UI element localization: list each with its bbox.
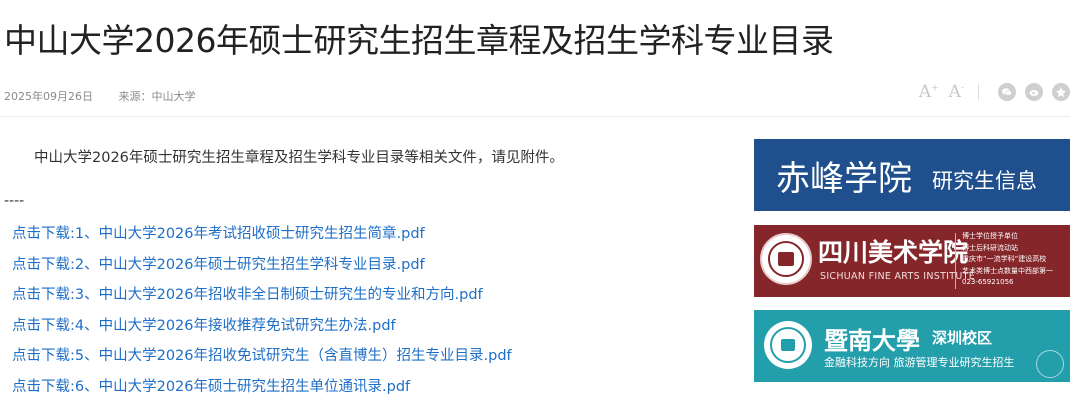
attachment-link-3[interactable]: 点击下载:3、中山大学2026年招收非全日制硕士研究生的专业和方向.pdf bbox=[12, 287, 483, 303]
header-divider bbox=[0, 116, 1070, 117]
jinan-ad-campus: 深圳校区 bbox=[932, 327, 992, 348]
attachment-link-6[interactable]: 点击下载:6、中山大学2026年硕士研究生招生单位通讯录.pdf bbox=[12, 379, 410, 395]
ad-divider bbox=[955, 233, 956, 289]
sichuan-ad-detail-line: 博士后科研流动站 bbox=[962, 243, 1053, 255]
sichuan-fine-arts-ad[interactable]: 四川美术学院 SICHUAN FINE ARTS INSTITUTE 博士学位授… bbox=[754, 225, 1070, 297]
article-toolbar: A+ A- bbox=[909, 82, 1070, 102]
attachment-list: 点击下载:1、中山大学2026年考试招收硕士研究生招生简章.pdf 点击下载:2… bbox=[12, 222, 512, 405]
list-item: 点击下载:5、中山大学2026年招收免试研究生（含直博生）招生专业目录.pdf bbox=[12, 344, 512, 375]
jinan-ad-name: 暨南大學 bbox=[824, 321, 920, 356]
sichuan-ad-phone: 023-65921056 bbox=[962, 277, 1053, 289]
weibo-icon[interactable] bbox=[1025, 83, 1043, 101]
font-decrease-label: A bbox=[949, 82, 961, 102]
sichuan-ad-details: 博士学位授予单位 博士后科研流动站 重庆市“一流学科”建设高校 艺术类博士点数量… bbox=[962, 231, 1053, 289]
list-item: 点击下载:2、中山大学2026年硕士研究生招生学科专业目录.pdf bbox=[12, 253, 512, 284]
chifeng-ad-title: 赤峰学院 bbox=[776, 151, 912, 200]
font-increase-label: A bbox=[919, 82, 931, 102]
article-intro: 中山大学2026年硕士研究生招生章程及招生学科专业目录等相关文件，请见附件。 bbox=[34, 146, 564, 167]
content-separator: ---- bbox=[4, 193, 24, 209]
toolbar-divider bbox=[978, 84, 979, 100]
font-decrease-button[interactable]: A- bbox=[949, 82, 964, 102]
article-meta: 2025年09月26日 来源：中山大学 bbox=[4, 88, 196, 104]
sichuan-ad-name-en: SICHUAN FINE ARTS INSTITUTE bbox=[820, 271, 975, 282]
wechat-icon[interactable] bbox=[998, 83, 1016, 101]
font-increase-button[interactable]: A+ bbox=[919, 82, 939, 102]
sichuan-ad-detail-line: 博士学位授予单位 bbox=[962, 231, 1053, 243]
list-item: 点击下载:4、中山大学2026年接收推荐免试研究生办法.pdf bbox=[12, 314, 512, 345]
school-seal-icon bbox=[764, 321, 812, 369]
publish-date: 2025年09月26日 bbox=[4, 90, 93, 103]
attachment-link-4[interactable]: 点击下载:4、中山大学2026年接收推荐免试研究生办法.pdf bbox=[12, 318, 396, 334]
chifeng-university-ad[interactable]: 赤峰学院 研究生信息 bbox=[754, 139, 1070, 211]
qzone-icon[interactable] bbox=[1052, 83, 1070, 101]
decorative-stamp-icon bbox=[1036, 350, 1064, 378]
article-source: 来源：中山大学 bbox=[119, 90, 196, 103]
jinan-ad-subtitle: 金融科技方向 旅游管理专业研究生招生 bbox=[824, 354, 1015, 370]
chifeng-ad-subtitle: 研究生信息 bbox=[932, 165, 1037, 195]
sichuan-ad-detail-line: 重庆市“一流学科”建设高校 bbox=[962, 254, 1053, 266]
school-seal-icon bbox=[760, 233, 812, 285]
sichuan-ad-detail-line: 艺术类博士点数量中西部第一 bbox=[962, 266, 1053, 278]
attachment-link-2[interactable]: 点击下载:2、中山大学2026年硕士研究生招生学科专业目录.pdf bbox=[12, 257, 425, 273]
list-item: 点击下载:1、中山大学2026年考试招收硕士研究生招生简章.pdf bbox=[12, 222, 512, 253]
sichuan-ad-name: 四川美术学院 bbox=[818, 233, 968, 269]
attachment-link-5[interactable]: 点击下载:5、中山大学2026年招收免试研究生（含直博生）招生专业目录.pdf bbox=[12, 348, 512, 364]
jinan-university-ad[interactable]: 暨南大學 深圳校区 金融科技方向 旅游管理专业研究生招生 bbox=[754, 310, 1070, 382]
list-item: 点击下载:6、中山大学2026年硕士研究生招生单位通讯录.pdf bbox=[12, 375, 512, 405]
page-title: 中山大学2026年硕士研究生招生章程及招生学科专业目录 bbox=[4, 14, 833, 62]
attachment-link-1[interactable]: 点击下载:1、中山大学2026年考试招收硕士研究生招生简章.pdf bbox=[12, 226, 425, 242]
list-item: 点击下载:3、中山大学2026年招收非全日制硕士研究生的专业和方向.pdf bbox=[12, 283, 512, 314]
